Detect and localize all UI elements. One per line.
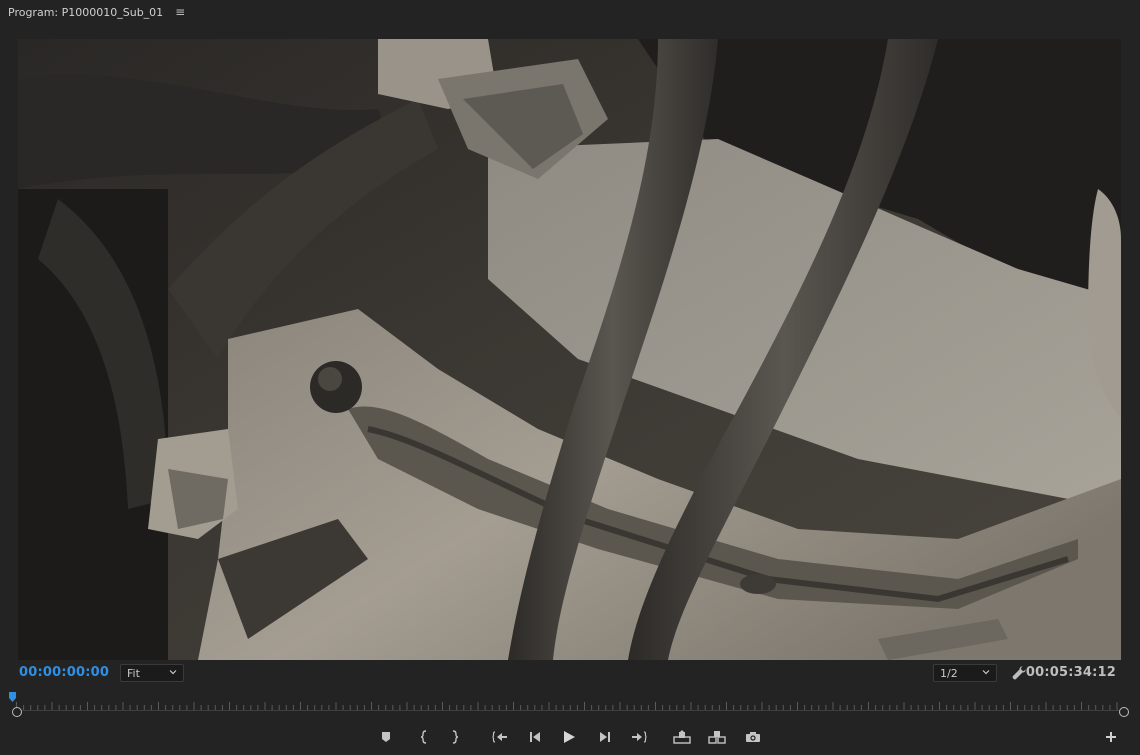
wrench-icon[interactable] [1011, 665, 1027, 681]
video-viewer[interactable] [18, 39, 1121, 660]
export-frame-button[interactable] [743, 727, 763, 747]
go-to-out-button[interactable] [629, 727, 649, 747]
panel-header: Program: P1000010_Sub_01 ≡ [0, 0, 1140, 24]
add-marker-button[interactable] [376, 727, 396, 747]
go-to-in-icon [492, 731, 507, 743]
mark-in-icon [420, 730, 427, 744]
playhead-icon[interactable] [9, 692, 16, 702]
video-frame [18, 39, 1121, 660]
zoom-level-value: Fit [127, 666, 140, 680]
zoom-scroll-handle-right[interactable] [1119, 707, 1129, 717]
step-back-icon [530, 732, 540, 742]
chevron-down-icon [982, 670, 990, 675]
hamburger-menu-icon[interactable]: ≡ [175, 6, 185, 18]
ruler-ticks [16, 702, 1118, 710]
extract-button[interactable] [707, 727, 727, 747]
mark-out-button[interactable] [445, 727, 465, 747]
viewer-controls: 00:00:00:00 Fit 1/2 00:05:34:12 [0, 662, 1140, 684]
step-forward-button[interactable] [595, 727, 615, 747]
transport-controls [0, 725, 1140, 749]
scrub-bar[interactable] [16, 710, 1124, 714]
go-to-out-icon [632, 731, 647, 743]
plus-icon [1106, 732, 1116, 742]
mark-out-icon [452, 730, 459, 744]
playback-resolution-select[interactable]: 1/2 [933, 664, 997, 682]
extract-icon [708, 731, 726, 744]
current-timecode[interactable]: 00:00:00:00 [19, 665, 109, 680]
go-to-in-button[interactable] [490, 727, 510, 747]
lift-icon [673, 730, 691, 744]
duration-timecode: 00:05:34:12 [1025, 665, 1116, 680]
play-button[interactable] [559, 727, 579, 747]
play-icon [564, 731, 575, 743]
panel-title[interactable]: Program: P1000010_Sub_01 [8, 6, 163, 19]
time-ruler[interactable] [0, 688, 1140, 720]
step-back-button[interactable] [525, 727, 545, 747]
resolution-value: 1/2 [940, 666, 958, 680]
camera-icon [746, 732, 760, 742]
lift-button[interactable] [672, 727, 692, 747]
mark-in-button[interactable] [414, 727, 434, 747]
step-forward-icon [600, 732, 610, 742]
zoom-level-select[interactable]: Fit [120, 664, 184, 682]
program-monitor-panel: Program: P1000010_Sub_01 ≡ 00:00:00:00 F… [0, 0, 1140, 755]
chevron-down-icon [169, 670, 177, 675]
button-editor-button[interactable] [1101, 727, 1121, 747]
zoom-scroll-handle-left[interactable] [12, 707, 22, 717]
marker-icon [382, 732, 390, 742]
